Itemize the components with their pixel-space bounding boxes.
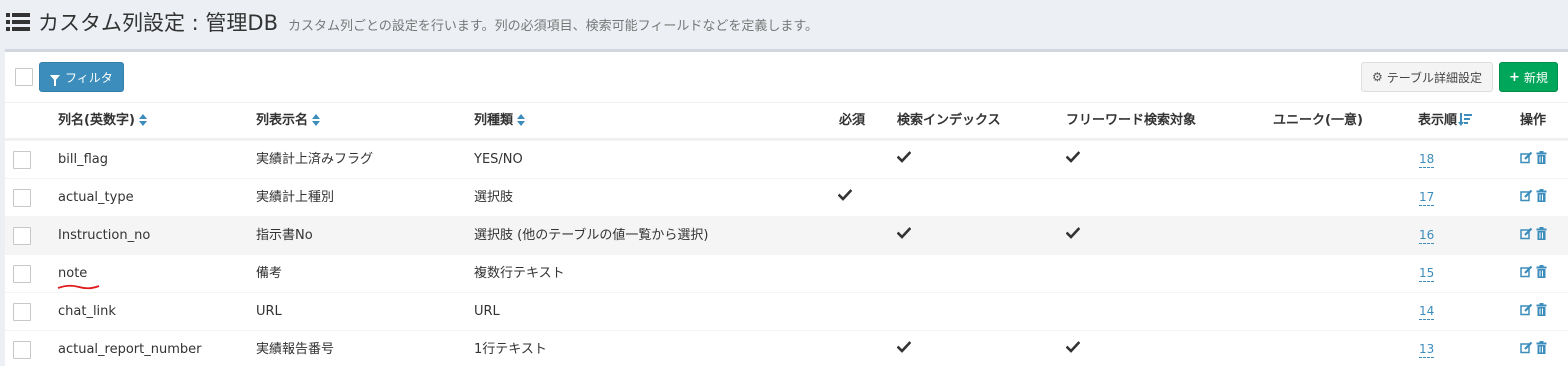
cell-display-name: 実績計上種別 [256,190,335,205]
table-settings-label: テーブル詳細設定 [1386,70,1483,85]
page-subtitle: カスタム列ごとの設定を行います。列の必須項目、検索可能フィールドなどを定義します… [288,18,819,34]
search-index-check-icon [897,150,911,164]
cell-type: 選択肢 [474,190,514,205]
filter-button-label: フィルタ [65,70,113,85]
table-row: chat_link URL URL 14 [5,292,1568,330]
cell-name: chat_link [58,304,116,319]
select-all-checkbox[interactable] [15,68,33,86]
cell-type: 1行テキスト [474,342,547,357]
plus-icon: + [1509,69,1520,85]
list-icon [6,13,30,31]
search-index-check-icon [897,226,911,240]
cell-display-name: 備考 [256,266,283,281]
column-header-required: 必須 [839,113,866,128]
table-row: bill_flag 実績計上済みフラグ YES/NO 18 [5,140,1568,178]
row-actions [1520,303,1547,316]
order-link[interactable]: 17 [1419,190,1435,206]
column-header-freeword: フリーワード検索対象 [1066,113,1197,128]
row-actions [1520,227,1547,240]
required-check-icon [838,188,852,202]
filter-button[interactable]: フィルタ [39,62,124,92]
row-actions [1520,151,1547,164]
cell-name: Instruction_no [58,228,151,243]
order-link[interactable]: 15 [1419,266,1435,282]
cell-display-name: 実績報告番号 [256,342,335,357]
custom-column-box: フィルタ ⚙ テーブル詳細設定 + 新規 列名(英数字) 列表示名 列種類 必須… [5,49,1568,366]
table-header: 列名(英数字) 列表示名 列種類 必須 検索インデックス フリーワード検索対象 … [5,102,1568,140]
new-button[interactable]: + 新規 [1499,62,1558,92]
table-settings-button[interactable]: ⚙ テーブル詳細設定 [1361,62,1494,92]
table-row: actual_type 実績計上種別 選択肢 17 [5,178,1568,216]
table-row: note 備考 複数行テキスト 15 [5,254,1568,292]
new-button-label: 新規 [1523,70,1548,85]
column-header-display-name[interactable]: 列表示名 [256,103,322,139]
trash-icon[interactable] [1536,151,1547,164]
search-index-check-icon [897,340,911,354]
cell-name: actual_type [58,190,134,205]
edit-icon[interactable] [1520,151,1533,164]
column-header-type-label: 列種類 [474,113,514,128]
gear-icon: ⚙ [1372,70,1383,84]
table-row: Instruction_no 指示書No 選択肢 (他のテーブルの値一覧から選択) 1… [5,216,1568,254]
cell-name: bill_flag [58,152,108,167]
trash-icon[interactable] [1536,227,1547,240]
order-link[interactable]: 18 [1419,152,1435,168]
page-header: カスタム列設定 : 管理DB カスタム列ごとの設定を行います。列の必須項目、検索… [0,0,1568,44]
freeword-check-icon [1066,340,1080,354]
page-title: カスタム列設定 : 管理DB [38,11,279,35]
edit-icon[interactable] [1520,265,1533,278]
edit-icon[interactable] [1520,189,1533,202]
annotation-underline [57,284,100,290]
cell-type: YES/NO [474,152,523,167]
order-link[interactable]: 16 [1419,228,1435,244]
column-header-unique: ユニーク(一意) [1273,113,1363,128]
toolbar: フィルタ ⚙ テーブル詳細設定 + 新規 [5,52,1568,100]
row-checkbox[interactable] [13,341,31,359]
table-body: bill_flag 実績計上済みフラグ YES/NO 18 actual_type 実績計… [5,140,1568,366]
sort-icon [138,113,149,126]
row-checkbox[interactable] [13,227,31,245]
trash-icon[interactable] [1536,303,1547,316]
trash-icon[interactable] [1536,341,1547,354]
order-link[interactable]: 13 [1419,342,1435,358]
row-checkbox[interactable] [13,189,31,207]
cell-type: URL [474,304,500,319]
cell-display-name: URL [256,304,282,319]
freeword-check-icon [1066,226,1080,240]
table-row: actual_report_number 実績報告番号 1行テキスト 13 [5,330,1568,366]
column-header-display-name-label: 列表示名 [256,113,309,128]
edit-icon[interactable] [1520,303,1533,316]
row-actions [1520,189,1547,202]
cell-type: 複数行テキスト [474,266,565,281]
edit-icon[interactable] [1520,227,1533,240]
order-link[interactable]: 14 [1419,304,1435,320]
column-header-search-index: 検索インデックス [897,113,1001,128]
sort-icon [517,113,527,126]
row-actions [1520,341,1547,354]
freeword-check-icon [1066,150,1080,164]
cell-display-name: 指示書No [256,228,313,243]
trash-icon[interactable] [1536,189,1547,202]
column-header-order-label: 表示順 [1418,113,1458,128]
row-checkbox[interactable] [13,303,31,321]
row-checkbox[interactable] [13,151,31,169]
trash-icon[interactable] [1536,265,1547,278]
column-header-actions: 操作 [1520,113,1547,128]
filter-icon [50,75,60,86]
column-header-type[interactable]: 列種類 [474,103,527,139]
row-actions [1520,265,1547,278]
cell-type: 選択肢 (他のテーブルの値一覧から選択) [474,228,709,243]
cell-name: actual_report_number [58,342,202,357]
sort-icon [312,113,322,126]
cell-display-name: 実績計上済みフラグ [256,152,374,167]
row-checkbox[interactable] [13,265,31,283]
edit-icon[interactable] [1520,341,1533,354]
column-header-name-label: 列名(英数字) [58,113,135,128]
column-header-order[interactable]: 表示順 [1418,103,1473,139]
sort-desc-icon [1458,112,1473,126]
column-header-name[interactable]: 列名(英数字) [58,103,149,139]
